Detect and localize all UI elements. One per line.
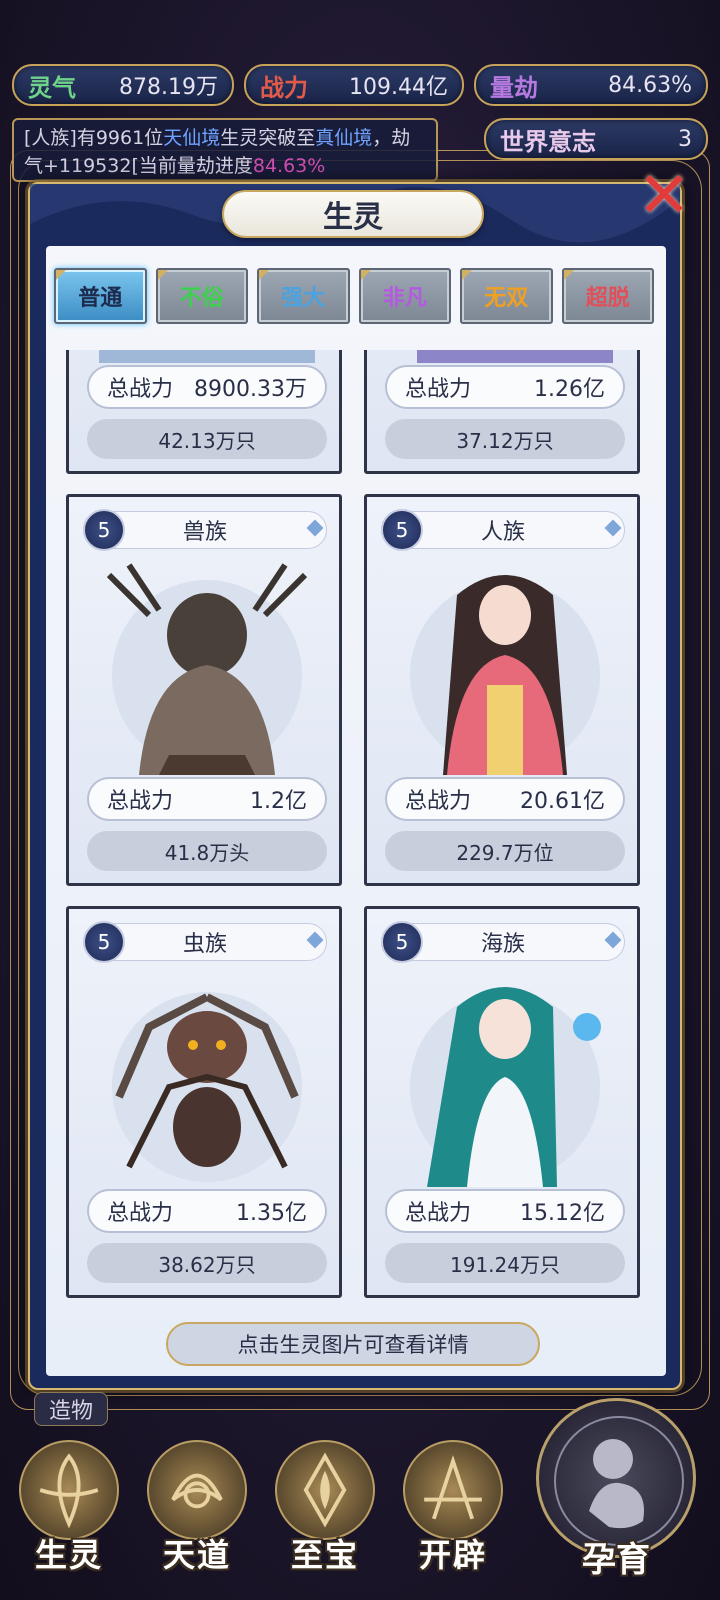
tab-peerless[interactable]: 无双 xyxy=(460,268,553,324)
close-x-icon[interactable]: ✕ xyxy=(632,164,696,228)
qi-resource: 灵气 878.19万 xyxy=(12,64,234,106)
news-middle: 生灵突破至 xyxy=(220,127,316,149)
population-pill: 42.13万只 xyxy=(87,419,327,459)
power-value: 109.44亿 xyxy=(349,75,448,100)
tab-uncommon[interactable]: 不俗 xyxy=(155,268,248,324)
creature-card[interactable]: 兽族 5 总战力 1.2亿 41.8万头 xyxy=(66,494,342,886)
level-badge: 5 xyxy=(381,509,423,551)
total-power-label: 总战力 xyxy=(107,789,174,814)
tab-label: 强大 xyxy=(281,286,326,311)
news-prefix: [人族]有9961位 xyxy=(24,127,164,149)
modal-title: 生灵 xyxy=(222,190,484,238)
population-pill: 37.12万只 xyxy=(385,419,625,459)
nav-treasure[interactable]: 至宝 xyxy=(266,1440,384,1590)
nav-label: 生灵 xyxy=(34,1536,103,1574)
tab-strong[interactable]: 强大 xyxy=(257,268,350,324)
population-pill: 38.62万只 xyxy=(87,1243,327,1283)
level-badge: 5 xyxy=(381,921,423,963)
kalpa-value: 84.63% xyxy=(608,72,692,98)
total-power-value: 20.61亿 xyxy=(520,789,605,814)
tab-label: 不俗 xyxy=(179,286,224,311)
detail-hint: 点击生灵图片可查看详情 xyxy=(166,1322,540,1366)
tab-label: 无双 xyxy=(484,286,529,311)
news-ticker: [人族]有9961位天仙境生灵突破至真仙境，劫气+119532[当前量劫进度84… xyxy=(12,118,438,182)
creature-grid[interactable]: 总战力 8900.33万 42.13万只 总战力 1.26亿 37.12万只 兽… xyxy=(66,350,642,1310)
total-power-label: 总战力 xyxy=(107,377,174,402)
tab-label: 超脱 xyxy=(585,286,630,311)
creature-portrait[interactable] xyxy=(89,350,325,363)
total-power-label: 总战力 xyxy=(405,377,472,402)
population-pill: 41.8万头 xyxy=(87,831,327,871)
creation-button[interactable]: 造物 xyxy=(34,1392,108,1426)
rarity-tabs: 普通 不俗 强大 非凡 无双 超脱 xyxy=(54,268,654,326)
creature-card[interactable]: 人族 5 总战力 20.61亿 229.7万位 xyxy=(364,494,640,886)
creature-card[interactable]: 总战力 8900.33万 42.13万只 xyxy=(66,350,342,474)
creature-emblem-icon xyxy=(19,1440,119,1540)
total-power-label: 总战力 xyxy=(107,1201,174,1226)
total-power-pill: 总战力 1.26亿 xyxy=(385,365,625,409)
news-progress: 84.63% xyxy=(252,155,326,177)
heaven-way-emblem-icon xyxy=(147,1440,247,1540)
nav-creatures[interactable]: 生灵 xyxy=(10,1440,128,1590)
creature-card[interactable]: 总战力 1.26亿 37.12万只 xyxy=(364,350,640,474)
total-power-pill: 总战力 15.12亿 xyxy=(385,1189,625,1233)
tab-label: 非凡 xyxy=(382,286,427,311)
total-power-pill: 总战力 1.2亿 xyxy=(87,777,327,821)
population-pill: 191.24万只 xyxy=(385,1243,625,1283)
treasure-emblem-icon xyxy=(275,1440,375,1540)
creature-portrait[interactable] xyxy=(387,350,623,363)
creature-card[interactable]: 虫族 5 总战力 1.35亿 38.62万只 xyxy=(66,906,342,1298)
kalpa-resource: 量劫 84.63% xyxy=(474,64,708,106)
total-power-label: 总战力 xyxy=(405,789,472,814)
qi-value: 878.19万 xyxy=(119,75,218,100)
breed-label: 孕育 xyxy=(582,1539,650,1580)
tab-label: 普通 xyxy=(78,286,123,311)
total-power-value: 1.35亿 xyxy=(236,1201,307,1226)
total-power-pill: 总战力 8900.33万 xyxy=(87,365,327,409)
news-target-realm: 真仙境 xyxy=(315,127,373,149)
tab-transcendent[interactable]: 超脱 xyxy=(561,268,654,324)
creature-name-text: 人族 xyxy=(480,520,525,545)
nav-label: 天道 xyxy=(162,1536,231,1574)
insect-portrait[interactable] xyxy=(89,967,325,1187)
creature-name-text: 兽族 xyxy=(182,520,227,545)
beast-portrait[interactable] xyxy=(89,555,325,775)
power-label: 战力 xyxy=(260,72,308,102)
world-will-label: 世界意志 xyxy=(500,126,596,156)
tab-common[interactable]: 普通 xyxy=(54,268,147,324)
nav-label: 至宝 xyxy=(290,1536,359,1574)
world-will-value: 3 xyxy=(678,126,692,152)
nav-label: 开辟 xyxy=(418,1536,487,1574)
creature-card[interactable]: 海族 5 总战力 15.12亿 191.24万只 xyxy=(364,906,640,1298)
news-realm: 天仙境 xyxy=(163,127,221,149)
human-portrait[interactable] xyxy=(387,555,623,775)
power-resource: 战力 109.44亿 xyxy=(244,64,464,106)
population-pill: 229.7万位 xyxy=(385,831,625,871)
kalpa-label: 量劫 xyxy=(490,72,538,102)
total-power-value: 15.12亿 xyxy=(520,1201,605,1226)
level-badge: 5 xyxy=(83,921,125,963)
world-will-resource[interactable]: 世界意志 3 xyxy=(484,118,708,160)
nav-open-world[interactable]: 开辟 xyxy=(394,1440,512,1590)
total-power-value: 1.26亿 xyxy=(534,377,605,402)
level-badge: 5 xyxy=(83,509,125,551)
total-power-value: 8900.33万 xyxy=(194,377,307,402)
creature-name-text: 海族 xyxy=(480,932,525,957)
nav-heaven-way[interactable]: 天道 xyxy=(138,1440,256,1590)
total-power-pill: 总战力 20.61亿 xyxy=(385,777,625,821)
open-world-emblem-icon xyxy=(403,1440,503,1540)
total-power-value: 1.2亿 xyxy=(250,789,307,814)
qi-label: 灵气 xyxy=(28,72,76,102)
total-power-pill: 总战力 1.35亿 xyxy=(87,1189,327,1233)
tab-extraordinary[interactable]: 非凡 xyxy=(358,268,451,324)
breed-button[interactable]: 孕育 xyxy=(536,1398,696,1598)
sea-portrait[interactable] xyxy=(387,967,623,1187)
creature-name-text: 虫族 xyxy=(182,932,227,957)
total-power-label: 总战力 xyxy=(405,1201,472,1226)
